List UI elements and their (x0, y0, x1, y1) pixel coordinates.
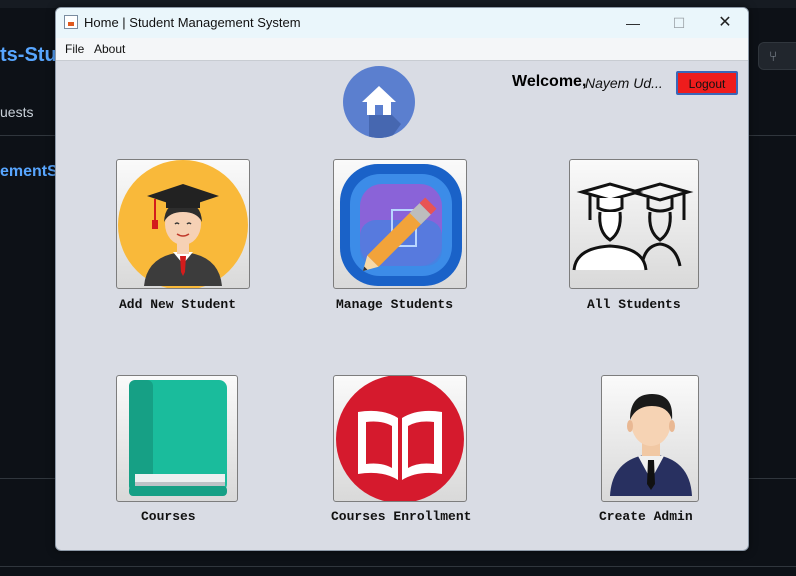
welcome-label: Welcome, (512, 73, 587, 90)
window-title: Home | Student Management System (84, 15, 301, 30)
pencil-edit-icon (340, 164, 462, 286)
home-icon (343, 66, 415, 138)
all-students-button[interactable] (569, 159, 699, 289)
menu-about[interactable]: About (94, 42, 125, 56)
manage-students-button[interactable] (333, 159, 467, 289)
maximize-button[interactable]: ☐ (656, 8, 702, 38)
title-bar[interactable]: Home | Student Management System — ☐ ✕ (56, 8, 748, 38)
logout-button[interactable]: Logout (676, 71, 738, 95)
admin-user-icon (610, 394, 692, 496)
minimize-button[interactable]: — (610, 8, 656, 38)
courses-button[interactable] (116, 375, 238, 502)
fork-icon: ⑂ (769, 48, 778, 64)
tile-label: Courses (141, 509, 196, 524)
graduate-student-icon (118, 160, 248, 288)
background-divider (0, 566, 796, 567)
menu-file[interactable]: File (65, 42, 84, 56)
close-button[interactable]: ✕ (702, 8, 748, 38)
create-admin-button[interactable] (601, 375, 699, 502)
open-book-icon (336, 376, 464, 501)
home-window: Home | Student Management System — ☐ ✕ F… (55, 7, 749, 551)
tile-label: Create Admin (599, 509, 693, 524)
background-tab-text: uests (0, 104, 34, 120)
tile-label: Add New Student (119, 297, 237, 312)
java-app-icon (64, 15, 78, 29)
courses-enrollment-button[interactable] (333, 375, 467, 502)
add-new-student-button[interactable] (116, 159, 250, 289)
tile-label: Manage Students (336, 297, 454, 312)
students-group-icon (572, 182, 694, 271)
menu-bar: File About (56, 38, 748, 61)
user-name: Nayem Ud... (585, 75, 663, 91)
tile-label: All Students (587, 297, 681, 312)
background-fork-button[interactable]: ⑂ (758, 42, 796, 70)
tile-label: Courses Enrollment (331, 509, 472, 524)
book-icon (129, 380, 227, 496)
